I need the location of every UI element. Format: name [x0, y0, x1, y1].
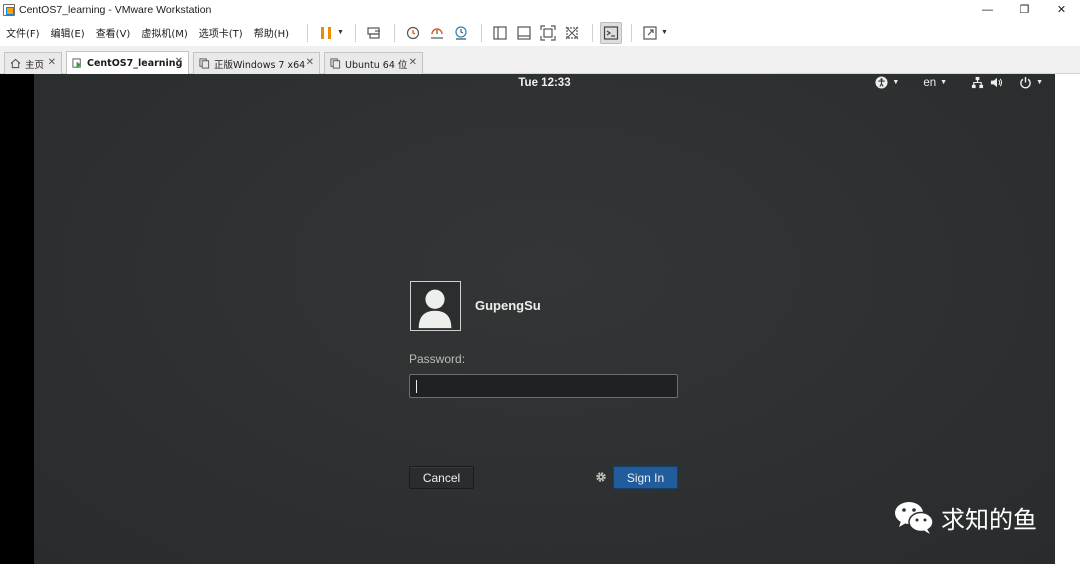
vmware-window: CentOS7_learning - VMware Workstation — … [0, 0, 1080, 564]
watermark: 求知的鱼 [893, 499, 1037, 535]
user-avatar [410, 281, 461, 331]
minimize-button[interactable]: — [969, 0, 1006, 19]
snapshot-icon [406, 26, 420, 39]
gear-icon[interactable] [594, 470, 608, 484]
toolbar-separator [591, 23, 593, 42]
menu-toolbar: 文件(F) 编辑(E) 查看(V) 虚拟机(M) 选项卡(T) 帮助(H) ▼ [0, 19, 1080, 46]
menu-edit[interactable]: 编辑(E) [51, 25, 85, 40]
console-view-button[interactable] [599, 21, 622, 44]
stretch-guest-button[interactable] [639, 22, 661, 44]
thumbnail-icon [517, 25, 531, 40]
tab-label: CentOS7_learning [87, 57, 183, 69]
accessibility-menu[interactable]: ▼ [875, 76, 899, 89]
stretch-icon [643, 25, 657, 40]
tab-bar: 主页 ✕ CentOS7_learning ✕ 正版Windows 7 x64 … [0, 46, 1080, 74]
show-library-button[interactable] [489, 22, 511, 44]
close-tab-icon[interactable]: ✕ [306, 57, 314, 68]
language-menu[interactable]: en ▼ [923, 77, 947, 89]
full-screen-button[interactable] [537, 22, 559, 44]
language-caret: ▼ [940, 79, 948, 86]
volume-icon [990, 77, 1003, 88]
send-ctrl-alt-del-button[interactable] [363, 22, 385, 44]
toolbar-separator [393, 23, 395, 42]
tab-ubuntu-64[interactable]: Ubuntu 64 位 ✕ [324, 52, 423, 74]
window-controls: — ❐ ✕ [969, 0, 1080, 19]
password-label: Password: [409, 352, 466, 366]
restore-button[interactable]: ❐ [1006, 0, 1043, 19]
menu-vm[interactable]: 虚拟机(M) [141, 25, 187, 40]
scroll-gutter [1055, 74, 1080, 564]
gdm-login-screen[interactable]: Tue 12:33 ▼ en ▼ ▼ GupengSu Password: Ca… [34, 74, 1055, 564]
tab-centos7-learning[interactable]: CentOS7_learning ✕ [66, 51, 189, 74]
toolbar-separator [307, 23, 309, 42]
take-snapshot-button[interactable] [402, 22, 424, 44]
password-input[interactable] [409, 374, 678, 398]
accessibility-caret: ▼ [892, 79, 900, 86]
pause-icon [321, 26, 332, 39]
snapshot-manager-icon [455, 25, 467, 40]
send-keys-icon [367, 26, 380, 39]
accessibility-icon [875, 76, 888, 89]
snapshot-manager-button[interactable] [450, 22, 472, 44]
menu-help[interactable]: 帮助(H) [254, 25, 289, 40]
vm-icon [330, 58, 341, 69]
pause-button[interactable] [315, 22, 337, 44]
vm-running-icon [72, 57, 83, 69]
avatar-icon [418, 289, 452, 329]
tab-windows7-x64[interactable]: 正版Windows 7 x64 ✕ [193, 52, 320, 74]
toolbar-separator [480, 23, 482, 42]
tab-label: 主页 [25, 59, 45, 71]
title-bar: CentOS7_learning - VMware Workstation — … [0, 0, 1080, 19]
power-icon [1020, 76, 1031, 89]
toolbar-separator [630, 23, 632, 42]
user-name: GupengSu [475, 298, 541, 313]
menu-view[interactable]: 查看(V) [96, 25, 131, 40]
toolbar-separator [354, 23, 356, 42]
window-title: CentOS7_learning - VMware Workstation [19, 3, 212, 16]
menu-tabs[interactable]: 选项卡(T) [199, 25, 243, 40]
unity-icon [565, 26, 579, 39]
stretch-dropdown-caret[interactable]: ▼ [661, 29, 668, 36]
vmware-logo-icon [3, 3, 15, 16]
home-icon [10, 58, 21, 69]
system-menu[interactable]: ▼ [971, 76, 1043, 89]
close-tab-icon[interactable]: ✕ [48, 57, 56, 68]
pause-dropdown-caret[interactable]: ▼ [337, 29, 344, 36]
show-thumbnail-button[interactable] [513, 22, 535, 44]
cancel-button[interactable]: Cancel [409, 466, 474, 489]
fullscreen-icon [540, 24, 556, 41]
watermark-text: 求知的鱼 [941, 505, 1037, 534]
library-icon [493, 25, 507, 40]
tab-label: Ubuntu 64 位 [345, 59, 408, 71]
close-button[interactable]: ✕ [1043, 0, 1080, 19]
system-caret: ▼ [1036, 79, 1043, 86]
vm-icon [199, 58, 210, 69]
unity-button[interactable] [561, 22, 583, 44]
language-label: en [923, 76, 937, 89]
text-cursor [416, 380, 417, 393]
menu-file[interactable]: 文件(F) [6, 25, 40, 40]
tab-label: 正版Windows 7 x64 [214, 59, 306, 71]
revert-snapshot-icon [430, 27, 443, 39]
sign-in-button[interactable]: Sign In [613, 466, 678, 489]
close-tab-icon[interactable]: ✕ [175, 56, 183, 67]
network-icon [971, 76, 984, 89]
revert-snapshot-button[interactable] [426, 22, 448, 44]
tab-home[interactable]: 主页 ✕ [4, 52, 62, 74]
wechat-logo-icon [895, 502, 934, 534]
console-icon [603, 25, 619, 40]
close-tab-icon[interactable]: ✕ [409, 57, 417, 68]
vm-console[interactable]: Tue 12:33 ▼ en ▼ ▼ GupengSu Password: Ca… [0, 74, 1080, 564]
topbar-status-area: ▼ en ▼ ▼ [865, 76, 1043, 89]
